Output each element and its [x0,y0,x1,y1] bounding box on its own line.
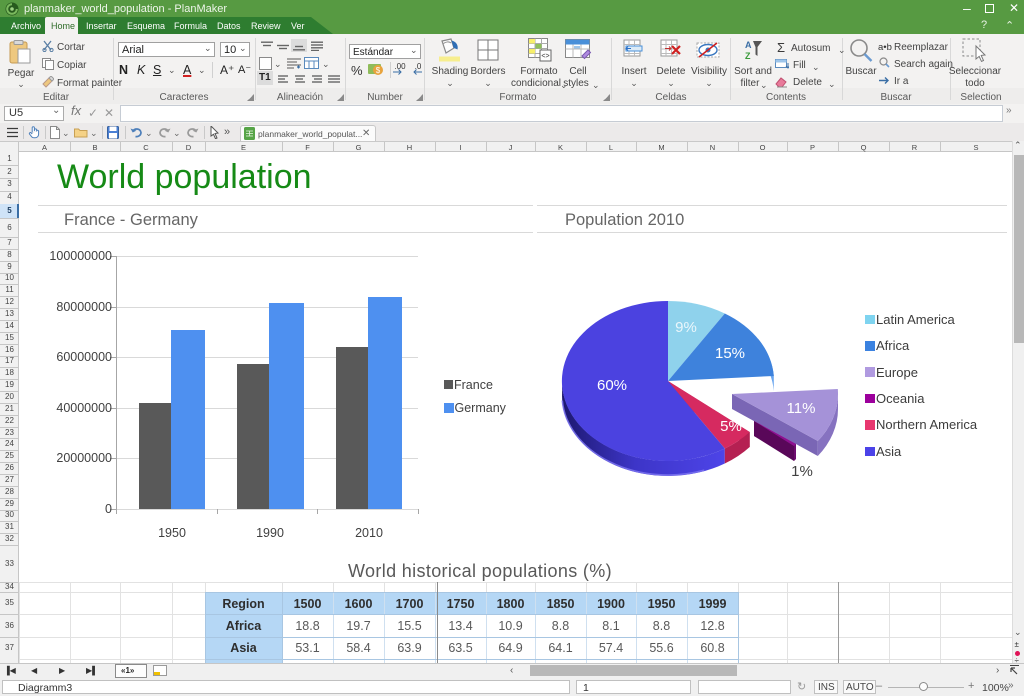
svg-text:5%: 5% [720,418,742,435]
svg-text:1%: 1% [791,463,813,480]
svg-text:60%: 60% [597,377,627,394]
svg-text:15%: 15% [715,345,745,362]
svg-text:11%: 11% [787,400,816,417]
svg-text:9%: 9% [675,319,697,336]
